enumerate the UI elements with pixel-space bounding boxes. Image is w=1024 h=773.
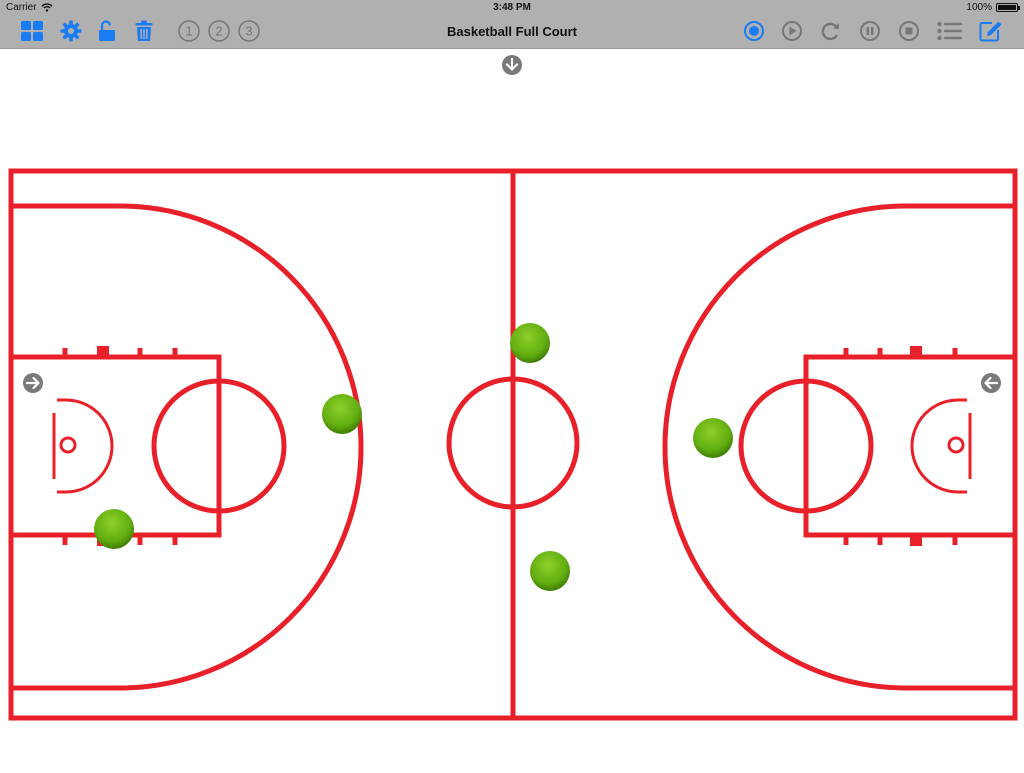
left-hoop [59,436,77,454]
stop-button[interactable] [895,18,923,44]
left-drawer-button[interactable] [23,373,43,393]
status-bar: Carrier 3:48 PM 100% [0,0,1024,15]
top-drawer-button[interactable] [502,55,522,75]
unlock-button[interactable] [93,18,121,44]
court-canvas[interactable] [0,48,1024,768]
basketball-court[interactable] [0,48,1024,768]
delete-button[interactable] [130,18,158,44]
battery-indicator: 100% [966,2,1020,13]
redo-icon [821,22,839,41]
play-button[interactable] [778,18,806,44]
scene-3-button[interactable]: 3 [235,18,263,44]
gear-icon [60,20,82,42]
player-marker[interactable] [530,551,570,591]
player-marker[interactable] [94,509,134,549]
svg-text:2: 2 [215,24,222,39]
battery-icon [996,3,1020,12]
settings-button[interactable] [57,18,85,44]
circled-number-icon: 2 [208,20,230,42]
edit-button[interactable] [977,18,1005,44]
record-icon [744,21,764,41]
player-marker[interactable] [510,323,550,363]
play-icon [782,21,802,41]
right-drawer-button[interactable] [981,373,1001,393]
toolbar: 1 2 3 Basketball Full Court [0,15,1024,49]
player-markers[interactable] [94,323,733,591]
list-icon [937,21,962,41]
trash-icon [135,20,153,41]
right-restricted-arc [910,398,967,494]
court-lines [8,168,1018,721]
battery-label: 100% [966,2,992,13]
svg-text:1: 1 [185,24,192,39]
circled-number-icon: 3 [238,20,260,42]
record-button[interactable] [740,18,768,44]
left-restricted-arc [57,398,114,494]
unlock-icon [99,20,115,41]
scene-1-button[interactable]: 1 [175,18,203,44]
svg-text:3: 3 [245,24,252,39]
right-hoop [947,436,965,454]
circled-number-icon: 1 [178,20,200,42]
layout-grid-button[interactable] [18,18,46,44]
player-marker[interactable] [693,418,733,458]
redo-button[interactable] [817,18,845,44]
grid-icon [21,21,43,41]
player-marker[interactable] [322,394,362,434]
stop-icon [899,21,919,41]
scene-2-button[interactable]: 2 [205,18,233,44]
list-button[interactable] [936,18,964,44]
pause-icon [860,21,880,41]
pause-button[interactable] [856,18,884,44]
left-three-point-line [11,203,364,691]
edit-icon [979,21,1002,42]
status-time: 3:48 PM [493,2,531,13]
